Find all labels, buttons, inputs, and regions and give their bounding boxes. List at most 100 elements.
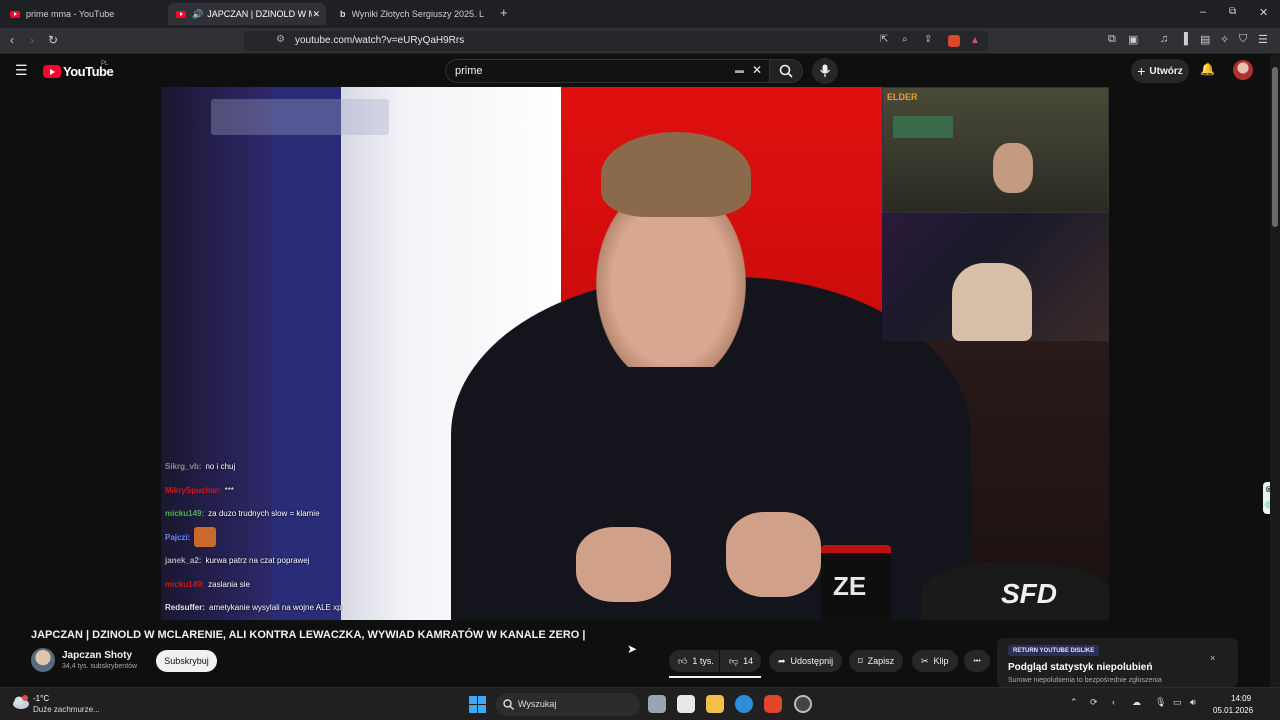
wallet-icon[interactable]: ▣: [1128, 33, 1138, 46]
ryd-title: Podgląd statystyk niepolubień: [1008, 662, 1153, 673]
tab-wyniki[interactable]: b Wyniki Złotych Sergiuszy 2025. Ludzi: [332, 3, 492, 25]
new-tab-button[interactable]: +: [500, 5, 508, 20]
chat-username: MikrySpuchar:: [165, 485, 221, 495]
chat-line: Redsuffer: ametykanie wysylali na wojne …: [165, 596, 375, 620]
ryd-badge: RETURN YOUTUBE DISLIKE: [1008, 645, 1100, 656]
scrollbar-thumb[interactable]: [1272, 67, 1278, 227]
dislike-button[interactable]: 👎︎ 14: [720, 650, 761, 672]
extensions-icon[interactable]: ⧉: [1108, 33, 1116, 46]
chat-line: micku149: zaslania sie: [165, 573, 375, 597]
music-icon[interactable]: ♫: [1160, 33, 1168, 45]
chat-message: ametykanie wysylali na wojne ALE xp: [209, 603, 342, 613]
search-value[interactable]: prime: [455, 65, 483, 77]
cloud-tray-icon[interactable]: ☁: [1132, 697, 1141, 708]
youtube-logo-icon[interactable]: [43, 65, 61, 78]
more-actions-button[interactable]: •••: [964, 650, 990, 672]
brave-shields-icon[interactable]: [948, 35, 960, 47]
store-icon[interactable]: [677, 695, 695, 713]
channel-name[interactable]: Japczan Shoty: [62, 650, 132, 661]
close-window-button[interactable]: ✕: [1259, 6, 1268, 19]
webcam-top: ELDER: [882, 87, 1109, 213]
stream-overlay-banner: [211, 99, 389, 135]
hamburger-menu-icon[interactable]: ☰: [15, 62, 28, 79]
search-button[interactable]: [769, 59, 803, 83]
share-button[interactable]: ➦ Udostępnij: [769, 650, 843, 672]
chat-message: ***: [224, 485, 234, 495]
cloudy-weather-icon[interactable]: [12, 695, 30, 709]
chat-line: janek_a2: kurwa patrz na czat poprawej: [165, 549, 375, 573]
youtube-header: ☰ YouTube PL prime ▬ ✕ + Utwórz 🔔: [0, 55, 1270, 87]
tab-japczan-active[interactable]: 🔊 JAPCZAN | DZINOLD W MCL ✕: [168, 3, 326, 25]
page-scrollbar[interactable]: [1270, 55, 1280, 687]
weather-temperature[interactable]: -1°C: [33, 694, 49, 703]
mouse-cursor-icon: ➤: [627, 642, 638, 656]
keyboard-icon[interactable]: ▬: [735, 65, 744, 75]
taskbar-search[interactable]: Wyszukaj: [496, 693, 640, 716]
dislike-count: 14: [743, 656, 754, 666]
tab-search-icon[interactable]: ▤: [1200, 33, 1210, 46]
chat-username: micku149:: [165, 509, 205, 519]
leo-ai-icon[interactable]: ✧: [1220, 33, 1229, 46]
sidebar-icon[interactable]: ▐: [1180, 33, 1188, 45]
sfd-logo: SFD: [1001, 578, 1057, 609]
microphone-tray-icon[interactable]: 🎙︎: [1155, 697, 1166, 708]
brave-browser-icon[interactable]: [764, 695, 782, 713]
search-input[interactable]: prime ▬ ✕: [445, 59, 769, 83]
taskbar-search-placeholder: Wyszukaj: [518, 699, 557, 709]
person-hair: [601, 132, 751, 217]
menu-icon[interactable]: ☰: [1258, 33, 1268, 46]
share-icon[interactable]: ⇪: [924, 34, 932, 45]
like-ratio-bar: [669, 676, 761, 678]
back-icon[interactable]: ‹: [10, 33, 14, 47]
zoom-icon[interactable]: ⌕: [902, 34, 908, 45]
save-label: Zapisz: [867, 656, 895, 666]
clear-search-icon[interactable]: ✕: [752, 63, 762, 77]
minimize-button[interactable]: –: [1200, 6, 1206, 18]
open-external-icon[interactable]: ⇱: [880, 34, 888, 45]
weather-condition[interactable]: Duże zachmurze...: [33, 705, 100, 714]
clock-time[interactable]: 14:09: [1231, 694, 1251, 703]
volume-icon[interactable]: 🔊︎: [1190, 697, 1196, 708]
tab-prime-mma[interactable]: prime mma - YouTube: [2, 3, 166, 25]
share-arrow-icon: ➦: [778, 655, 786, 666]
address-bar[interactable]: ⚙ youtube.com/watch?v=eURyQaH9Rrs ⇱ ⌕ ⇪ …: [244, 31, 988, 51]
brave-rewards-icon[interactable]: ▲: [970, 35, 980, 46]
app-icon[interactable]: [794, 695, 812, 713]
webcam-bottom: [882, 213, 1109, 341]
thumbs-up-icon: 👍︎: [678, 655, 688, 666]
task-view-icon[interactable]: [648, 695, 666, 713]
edge-browser-icon[interactable]: [735, 695, 753, 713]
maximize-button[interactable]: ⧉: [1229, 6, 1236, 17]
network-icon[interactable]: ▭: [1173, 697, 1182, 708]
reload-icon[interactable]: ↻: [48, 33, 58, 47]
zero-mug: ZE: [821, 545, 891, 620]
ryd-popup: RETURN YOUTUBE DISLIKE Podgląd statystyk…: [997, 638, 1238, 687]
video-player[interactable]: ZE SFD ELDER Sikrg_vb: no i chuj MikrySp…: [161, 87, 1109, 620]
windows-start-icon[interactable]: [469, 696, 486, 713]
tray-expand-icon[interactable]: ⌃: [1070, 697, 1078, 708]
forward-icon[interactable]: ›: [30, 33, 34, 47]
url-text[interactable]: youtube.com/watch?v=eURyQaH9Rrs: [295, 35, 464, 46]
file-explorer-icon[interactable]: [706, 695, 724, 713]
account-avatar[interactable]: [1233, 60, 1253, 80]
voice-search-button[interactable]: [812, 58, 838, 84]
tab-close-icon[interactable]: ✕: [312, 9, 320, 20]
create-button[interactable]: + Utwórz: [1131, 59, 1189, 83]
subscribe-button[interactable]: Subskrybuj: [156, 650, 217, 672]
search-icon: [503, 699, 514, 710]
back-arrow-tray-icon[interactable]: ‹: [1112, 697, 1115, 707]
site-info-icon[interactable]: ⚙: [276, 34, 285, 45]
chat-message: zaslania sie: [208, 579, 250, 589]
sync-icon[interactable]: ⟳: [1090, 697, 1098, 708]
channel-avatar[interactable]: [31, 648, 55, 672]
clip-button[interactable]: ✂ Klip: [912, 650, 958, 672]
snack-bowl: SFD: [921, 562, 1109, 620]
chat-line: micku149: za duzo trudnych slow = klamie: [165, 502, 375, 526]
like-button[interactable]: 👍︎ 1 tys.: [669, 650, 719, 672]
vpn-shield-icon[interactable]: ⛉: [1239, 33, 1247, 46]
ryd-close-button[interactable]: ×: [1210, 653, 1215, 663]
save-button[interactable]: ⌑ Zapisz: [849, 650, 904, 672]
notifications-bell-icon[interactable]: 🔔: [1200, 62, 1215, 76]
chat-username: Pajczi:: [165, 532, 191, 542]
clock-date[interactable]: 05.01.2026: [1213, 706, 1253, 715]
